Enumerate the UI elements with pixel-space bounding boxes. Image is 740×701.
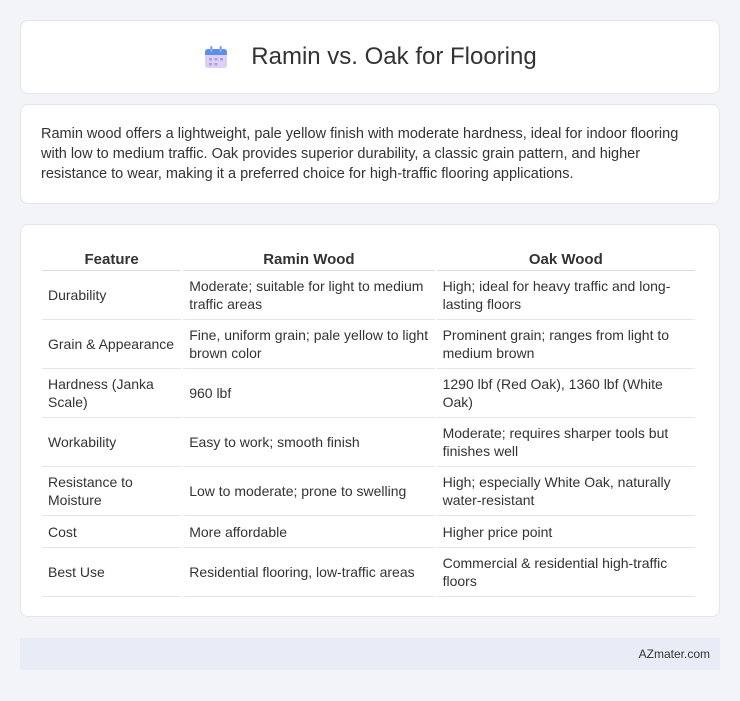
feature-cell: Grain & Appearance bbox=[42, 320, 182, 369]
oak-cell: 1290 lbf (Red Oak), 1360 lbf (White Oak) bbox=[436, 369, 695, 418]
feature-cell: Hardness (Janka Scale) bbox=[42, 369, 182, 418]
oak-cell: Commercial & residential high-traffic fl… bbox=[436, 548, 695, 597]
comparison-table-card: Feature Ramin Wood Oak Wood Durability M… bbox=[20, 224, 720, 617]
table-row: Best Use Residential flooring, low-traff… bbox=[42, 548, 695, 597]
title-card: Ramin vs. Oak for Flooring bbox=[20, 20, 720, 94]
header-oak: Oak Wood bbox=[436, 245, 695, 271]
feature-cell: Workability bbox=[42, 418, 182, 467]
table-row: Workability Easy to work; smooth finish … bbox=[42, 418, 695, 467]
ramin-cell: Fine, uniform grain; pale yellow to ligh… bbox=[183, 320, 435, 369]
calendar-icon bbox=[205, 46, 228, 68]
ramin-cell: 960 lbf bbox=[183, 369, 435, 418]
header-feature: Feature bbox=[42, 245, 182, 271]
feature-cell: Resistance to Moisture bbox=[42, 467, 182, 516]
oak-cell: Moderate; requires sharper tools but fin… bbox=[436, 418, 695, 467]
ramin-cell: Easy to work; smooth finish bbox=[183, 418, 435, 467]
ramin-cell: Moderate; suitable for light to medium t… bbox=[183, 271, 435, 320]
ramin-cell: Low to moderate; prone to swelling bbox=[183, 467, 435, 516]
footer-bar: AZmater.com bbox=[20, 638, 720, 670]
comparison-table: Feature Ramin Wood Oak Wood Durability M… bbox=[40, 245, 697, 597]
feature-cell: Cost bbox=[42, 516, 182, 548]
table-row: Grain & Appearance Fine, uniform grain; … bbox=[42, 320, 695, 369]
oak-cell: High; ideal for heavy traffic and long-l… bbox=[436, 271, 695, 320]
oak-cell: Prominent grain; ranges from light to me… bbox=[436, 320, 695, 369]
table-row: Resistance to Moisture Low to moderate; … bbox=[42, 467, 695, 516]
footer-brand[interactable]: AZmater.com bbox=[639, 647, 710, 661]
intro-text: Ramin wood offers a lightweight, pale ye… bbox=[41, 126, 679, 182]
table-row: Durability Moderate; suitable for light … bbox=[42, 271, 695, 320]
feature-cell: Best Use bbox=[42, 548, 182, 597]
table-row: Hardness (Janka Scale) 960 lbf 1290 lbf … bbox=[42, 369, 695, 418]
feature-cell: Durability bbox=[42, 271, 182, 320]
intro-card: Ramin wood offers a lightweight, pale ye… bbox=[20, 104, 720, 204]
oak-cell: Higher price point bbox=[436, 516, 695, 548]
oak-cell: High; especially White Oak, naturally wa… bbox=[436, 467, 695, 516]
ramin-cell: More affordable bbox=[183, 516, 435, 548]
header-ramin: Ramin Wood bbox=[183, 245, 435, 271]
table-row: Cost More affordable Higher price point bbox=[42, 516, 695, 548]
page-title: Ramin vs. Oak for Flooring bbox=[251, 43, 537, 70]
ramin-cell: Residential flooring, low-traffic areas bbox=[183, 548, 435, 597]
table-header-row: Feature Ramin Wood Oak Wood bbox=[42, 245, 695, 271]
